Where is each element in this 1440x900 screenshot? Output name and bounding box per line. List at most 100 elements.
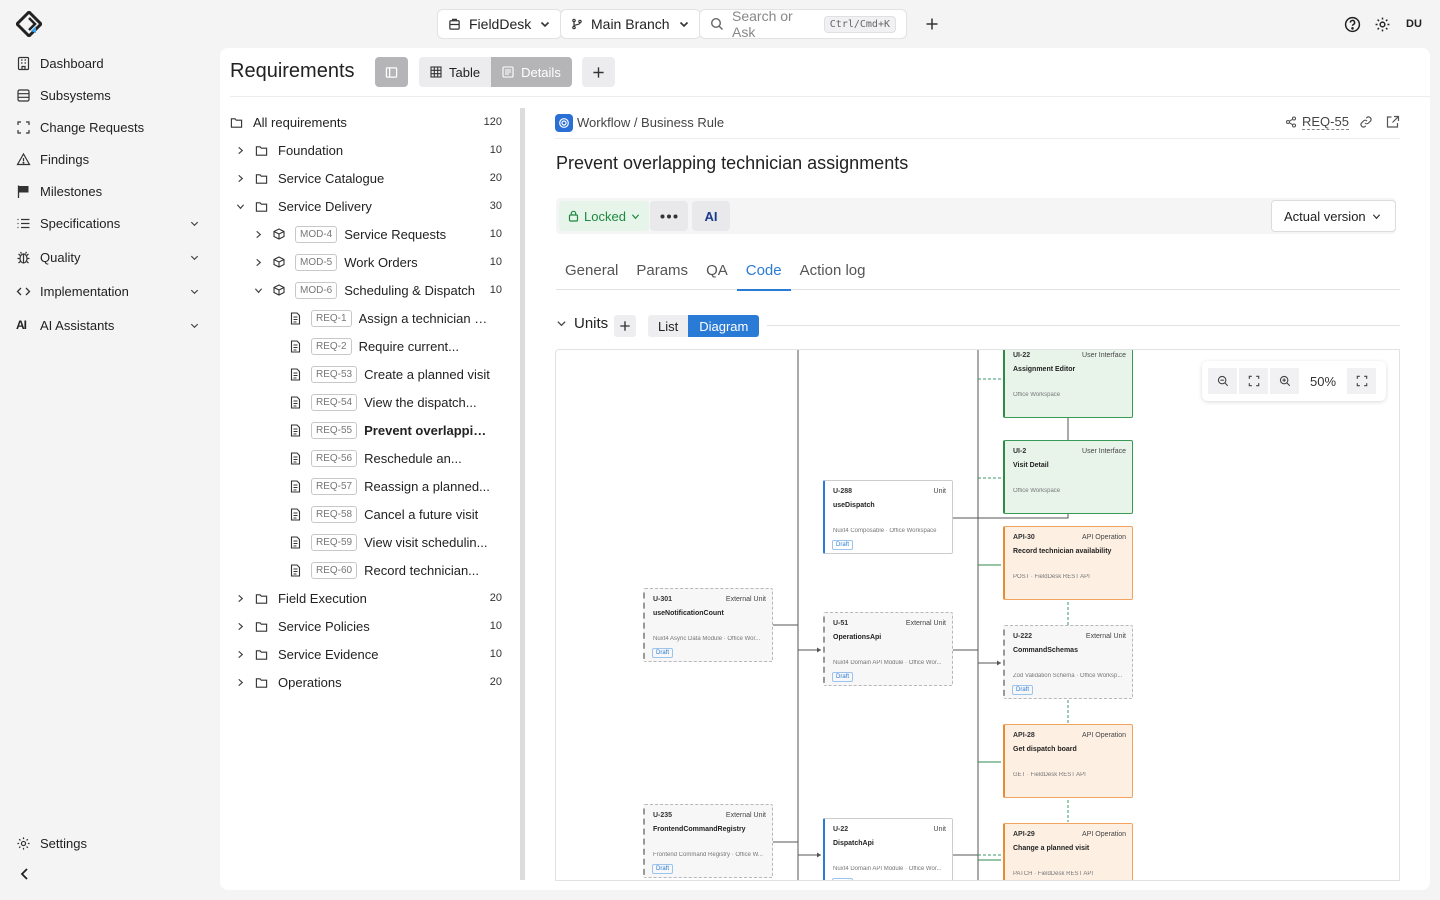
tree-folder[interactable]: Service Catalogue 20 [230,164,506,192]
module-badge: MOD-4 [295,225,338,243]
ai-assist-button[interactable]: AI [692,201,730,231]
tree-folder[interactable]: Field Execution 20 [230,584,506,612]
user-avatar[interactable]: DU [1402,14,1426,34]
units-section-toggle[interactable]: Units [556,315,608,332]
tree-module-expanded[interactable]: MOD-6 Scheduling & Dispatch 10 [230,276,506,304]
tree-requirement[interactable]: REQ-1 Assign a technician to... [230,304,506,332]
diagram-node-u-22[interactable]: U-22 Unit DispatchApi Nuxt4 Domain API Modu… [823,818,953,880]
tree-module[interactable]: MOD-4 Service Requests 10 [230,220,506,248]
diagram-node-ui-2[interactable]: UI-2 User Interface Visit Detail Office Wor… [1003,440,1133,514]
chevron-down-icon[interactable] [236,202,245,211]
sidebar-item-findings[interactable]: Findings [16,143,206,175]
view-details-button[interactable]: Details [491,57,572,87]
sidebar-item-milestones[interactable]: Milestones [16,175,206,207]
chevron-down-icon[interactable] [189,252,200,263]
project-selector[interactable]: FieldDesk [437,9,563,39]
tree-folder[interactable]: Operations 20 [230,668,506,696]
tab-code[interactable]: Code [736,250,791,291]
chevron-down-icon[interactable] [189,320,200,331]
tree-requirement[interactable]: REQ-60 Record technician... [230,556,506,584]
panel-resize-handle[interactable] [520,108,525,880]
chevron-right-icon[interactable] [254,258,263,267]
more-actions-button[interactable] [650,201,688,231]
fullscreen-button[interactable] [1347,368,1376,394]
chevron-right-icon[interactable] [236,146,245,155]
tree-folder[interactable]: Foundation 10 [230,136,506,164]
add-unit-button[interactable] [614,315,636,337]
chevron-right-icon[interactable] [236,594,245,603]
sidebar-item-change-requests[interactable]: Change Requests [16,111,206,143]
diagram-node-u-222[interactable]: U-222 External Unit CommandSchemas Zod Vali… [1003,625,1133,699]
sidebar-item-dashboard[interactable]: Dashboard [16,47,206,79]
search-input[interactable]: Search or Ask Ctrl/Cmd+K [699,8,907,40]
tree-folder[interactable]: Service Policies 10 [230,612,506,640]
status-dropdown[interactable]: Locked [559,201,649,231]
node-subtitle: Zod Validation Schema · Office Worksp... [1013,673,1123,679]
sidebar-item-implementation[interactable]: Implementation [16,275,206,307]
settings-button[interactable] [1372,14,1392,34]
view-table-button[interactable]: Table [419,57,492,87]
chevron-right-icon[interactable] [236,174,245,183]
tree-requirement[interactable]: REQ-53 Create a planned visit [230,360,506,388]
chevron-right-icon[interactable] [236,622,245,631]
units-list-button[interactable]: List [648,315,689,337]
toggle-tree-button[interactable] [375,57,408,87]
req-id-link[interactable]: REQ-55 [1285,114,1349,130]
lock-icon [568,210,579,222]
help-button[interactable] [1342,14,1362,34]
tree-folder[interactable]: Service Evidence 10 [230,640,506,668]
tree-requirement[interactable]: REQ-59 View visit schedulin... [230,528,506,556]
diagram-node-api-29[interactable]: API-29 API Operation Change a planned visi… [1003,823,1133,880]
tree-folder-expanded[interactable]: Service Delivery 30 [230,192,506,220]
sidebar-item-settings[interactable]: Settings [16,827,206,859]
open-external-button[interactable] [1386,115,1400,129]
tree-requirement[interactable]: REQ-56 Reschedule an... [230,444,506,472]
node-subtitle: Nuxt4 Domain API Module · Office Wor... [833,866,942,872]
zoom-in-button[interactable] [1270,368,1299,394]
sidebar-item-specifications[interactable]: Specifications [16,207,206,239]
diagram-node-u-235[interactable]: U-235 External Unit FrontendCommandRegistr… [643,804,773,878]
diagram-node-ui-22[interactable]: UI-22 User Interface Assignment Editor Offi… [1003,350,1133,418]
tree-requirement[interactable]: REQ-2 Require current... [230,332,506,360]
tree-requirement[interactable]: REQ-55 Prevent overlapping... [230,416,506,444]
diagram-node-u-288[interactable]: U-288 Unit useDispatch Nuxt4 Composable · O… [823,480,953,554]
fit-view-button[interactable] [1239,368,1268,394]
branch-selector[interactable]: Main Branch [560,9,701,39]
project-name: FieldDesk [469,16,532,32]
tree-module[interactable]: MOD-5 Work Orders 10 [230,248,506,276]
tree-requirement[interactable]: REQ-54 View the dispatch... [230,388,506,416]
chevron-right-icon[interactable] [236,650,245,659]
diagram-node-api-30[interactable]: API-30 API Operation Record technician ava… [1003,526,1133,600]
tab-action-log[interactable]: Action log [791,250,875,290]
chevron-down-icon[interactable] [189,286,200,297]
units-diagram-button[interactable]: Diagram [688,315,760,337]
add-button[interactable] [922,14,942,34]
app-logo[interactable] [16,11,42,37]
chevron-right-icon[interactable] [236,678,245,687]
sidebar-item-quality[interactable]: Quality [16,241,206,273]
add-view-button[interactable] [582,57,615,87]
folder-icon [255,648,268,661]
chevron-down-icon[interactable] [254,286,263,295]
sidebar-item-subsystems[interactable]: Subsystems [16,79,206,111]
collapse-sidebar-button[interactable] [18,867,32,881]
units-diagram-canvas[interactable]: UI-22 User Interface Assignment Editor Offi… [555,349,1400,881]
version-dropdown[interactable]: Actual version [1271,200,1396,232]
copy-link-button[interactable] [1359,115,1373,129]
tab-params[interactable]: Params [627,250,697,290]
tree-requirement[interactable]: REQ-57 Reassign a planned... [230,472,506,500]
chevron-down-icon [556,318,567,329]
breadcrumb[interactable]: Workflow / Business Rule [577,115,724,130]
tree-root[interactable]: All requirements 120 [230,108,506,136]
diagram-node-u-51[interactable]: U-51 External Unit OperationsApi Nuxt4 Doma… [823,612,953,686]
units-view-toggle: List Diagram [648,315,760,337]
diagram-node-u-301[interactable]: U-301 External Unit useNotificationCount Nu… [643,588,773,662]
diagram-node-api-28[interactable]: API-28 API Operation Get dispatch board GET… [1003,724,1133,798]
zoom-out-button[interactable] [1208,368,1237,394]
sidebar-item-ai-assistants[interactable]: AI AI Assistants [16,309,206,341]
tab-qa[interactable]: QA [697,250,737,290]
tree-requirement[interactable]: REQ-58 Cancel a future visit [230,500,506,528]
chevron-right-icon[interactable] [254,230,263,239]
tab-general[interactable]: General [556,250,627,290]
chevron-down-icon[interactable] [189,218,200,229]
